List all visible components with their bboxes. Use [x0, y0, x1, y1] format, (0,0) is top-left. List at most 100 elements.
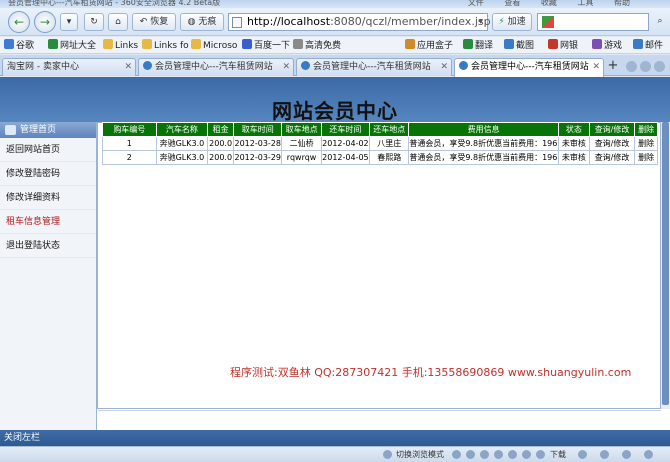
sidebar-header[interactable]: 管理首页: [0, 122, 96, 138]
menu-favorites[interactable]: 收藏: [541, 0, 557, 7]
vertical-scrollbar[interactable]: [661, 122, 670, 409]
divider: [98, 410, 661, 411]
fav-label: 游戏: [604, 41, 623, 51]
download-button[interactable]: 下载: [550, 447, 566, 462]
address-dropdown-icon[interactable]: ▾: [478, 14, 483, 30]
delete-link[interactable]: 删除: [634, 150, 658, 165]
history-icon[interactable]: [522, 450, 531, 459]
fav-baidu[interactable]: 百度一下: [242, 39, 290, 52]
sound-icon[interactable]: [480, 450, 489, 459]
tab-list-icon[interactable]: [654, 61, 665, 72]
tab-label: 淘宝网 - 卖家中心: [7, 62, 79, 72]
close-left-column-button[interactable]: 关闭左栏: [4, 430, 40, 446]
cloud-icon[interactable]: [508, 450, 517, 459]
member-sidebar: 管理首页 返回网站首页 修改登陆密码 修改详细资料 租车信息管理 退出登陆状态: [0, 122, 97, 430]
fav-directory[interactable]: 网址大全: [48, 39, 96, 52]
screenshot-button[interactable]: 截图: [504, 39, 534, 52]
switch-mode-button[interactable]: 切换浏览模式: [396, 447, 444, 462]
close-icon[interactable]: ✕: [124, 59, 132, 75]
close-icon[interactable]: ✕: [440, 59, 448, 75]
extension-icon[interactable]: [600, 450, 609, 459]
accelerate-button[interactable]: ⚡ 加速: [492, 13, 532, 31]
close-icon[interactable]: ✕: [282, 59, 290, 75]
pickup-location: 二仙桥: [281, 136, 322, 151]
fav-label: 应用盒子: [417, 41, 454, 51]
delete-link[interactable]: 删除: [634, 136, 658, 151]
menu-help[interactable]: 帮助: [614, 0, 630, 7]
home-button[interactable]: ⌂: [108, 13, 128, 31]
menu-view[interactable]: 查看: [504, 0, 520, 7]
pickup-time: 2012-03-29: [232, 150, 283, 165]
view-edit-link[interactable]: 查询/修改: [588, 136, 636, 151]
zoom-icon[interactable]: [494, 450, 503, 459]
shield-icon[interactable]: [452, 450, 461, 459]
tab-member-center-2[interactable]: 会员管理中心---汽车租赁网站 ✕: [296, 58, 452, 76]
fav-label: 百度一下: [254, 41, 291, 51]
restore-button[interactable]: ↶ 恢复: [132, 13, 176, 31]
search-box[interactable]: [537, 13, 649, 31]
tab-scroll-left-icon[interactable]: [626, 61, 637, 72]
app-box-button[interactable]: 应用盒子: [405, 39, 453, 52]
column-header: 还车地点: [369, 122, 410, 137]
google-icon: [4, 39, 14, 49]
forward-dropdown[interactable]: ▾: [60, 13, 78, 31]
translate-button[interactable]: 翻译: [463, 39, 493, 52]
search-engine-icon[interactable]: [542, 16, 554, 28]
status: 未审核: [557, 150, 590, 165]
column-header: 状态: [557, 122, 590, 137]
refresh-button[interactable]: ↻: [84, 13, 104, 31]
fav-label: 谷歌: [16, 41, 35, 51]
sidebar-item-edit-profile[interactable]: 修改详细资料: [0, 186, 96, 210]
baidu-icon: [242, 39, 252, 49]
download-icon: [536, 450, 545, 459]
bank-button[interactable]: 网银: [548, 39, 578, 52]
window-title: 会员管理中心---汽车租赁网站 - 360安全浏览器 4.2 Beta版: [8, 0, 221, 7]
sidebar-item-logout[interactable]: 退出登陆状态: [0, 234, 96, 258]
tab-member-center-1[interactable]: 会员管理中心---汽车租赁网站 ✕: [138, 58, 294, 76]
fav-label: 截图: [516, 41, 535, 51]
browser-menu: 文件 查看 收藏 工具 帮助: [450, 0, 630, 8]
new-tab-button[interactable]: +: [605, 58, 621, 75]
return-location: 春熙路: [369, 150, 410, 165]
notification-icon[interactable]: [578, 450, 587, 459]
tab-member-center-active[interactable]: 会员管理中心---汽车租赁网站 ✕: [454, 58, 604, 77]
sidebar-item-back-home[interactable]: 返回网站首页: [0, 138, 96, 162]
column-header: 汽车名称: [155, 122, 209, 137]
address-bar[interactable]: http://localhost:8080/qczl/member/index.…: [228, 13, 491, 31]
return-time: 2012-04-02: [320, 136, 371, 151]
fav-label: 邮件: [645, 41, 664, 51]
sidebar-item-rental-management[interactable]: 租车信息管理: [0, 210, 96, 234]
folder-icon: [191, 39, 201, 49]
search-button[interactable]: ⌕: [652, 13, 668, 31]
forward-button[interactable]: →: [34, 11, 56, 33]
close-icon[interactable]: ✕: [592, 59, 600, 75]
sidebar-header-label: 管理首页: [20, 125, 57, 135]
fav-links-fo[interactable]: Links fo: [142, 39, 189, 52]
address-url[interactable]: http://localhost:8080/qczl/member/index.…: [247, 14, 491, 30]
sidebar-item-change-password[interactable]: 修改登陆密码: [0, 162, 96, 186]
mail-button[interactable]: 邮件: [633, 39, 663, 52]
fav-links[interactable]: Links: [103, 39, 138, 52]
tab-taobao[interactable]: 淘宝网 - 卖家中心 ✕: [2, 58, 136, 76]
fav-label: Links fo: [154, 41, 189, 51]
view-edit-link[interactable]: 查询/修改: [588, 150, 636, 165]
pickup-time: 2012-03-28: [232, 136, 283, 151]
column-header: 查询/修改: [588, 122, 636, 137]
scrollbar-thumb[interactable]: [662, 122, 669, 405]
back-button[interactable]: ←: [8, 11, 30, 33]
menu-tools[interactable]: 工具: [577, 0, 593, 7]
menu-file[interactable]: 文件: [468, 0, 484, 7]
fav-microsoft[interactable]: Microso: [191, 39, 237, 52]
back-arrow-icon: ←: [13, 15, 25, 29]
page-favicon-icon: [459, 61, 468, 70]
tab-scroll-right-icon[interactable]: [640, 61, 651, 72]
fav-hd-free[interactable]: 高清免费: [293, 39, 341, 52]
incognito-button[interactable]: ◍ 无痕: [180, 13, 224, 31]
gamepad-icon: [592, 39, 602, 49]
menu-icon[interactable]: [644, 450, 653, 459]
games-button[interactable]: 游戏: [592, 39, 622, 52]
weather-icon[interactable]: [622, 450, 631, 459]
tab-label: 会员管理中心---汽车租赁网站: [155, 62, 273, 72]
fav-google[interactable]: 谷歌: [4, 39, 34, 52]
settings-icon[interactable]: [466, 450, 475, 459]
